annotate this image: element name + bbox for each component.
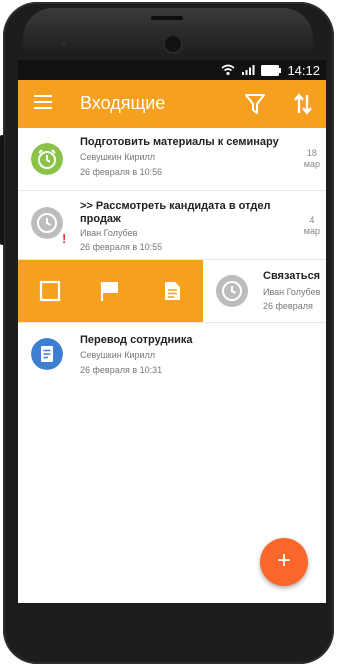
side-button [0, 135, 4, 245]
alarm-clock-icon [31, 143, 63, 175]
document-icon [31, 338, 63, 370]
clock-icon [31, 207, 63, 239]
page-title: Входящие [80, 93, 166, 113]
swiped-list-item[interactable]: Связаться Иван Голубев 26 февраля [18, 260, 326, 323]
swipe-actions [18, 260, 203, 322]
deadline-day: 4 [309, 215, 315, 225]
deadline-month: мар [303, 226, 320, 236]
status-bar: 14:12 [18, 60, 326, 80]
app-bar: Входящие [18, 80, 326, 128]
menu-button[interactable] [34, 95, 52, 111]
menu-icon-line [34, 95, 52, 97]
checkbox-icon[interactable] [38, 279, 62, 303]
task-deadline: 18 мар [304, 148, 320, 170]
task-date: 26 февраля в 10:56 [80, 167, 163, 177]
phone-screen: 14:12 Входящие Подготовить материалы к с… [18, 60, 326, 603]
task-date: 26 февраля в 10:31 [80, 365, 163, 375]
menu-icon-line [34, 101, 52, 103]
task-title: >> Рассмотреть кандидата в отдел продаж [80, 200, 270, 226]
task-title-line: >> Рассмотреть кандидата в отдел [80, 200, 271, 212]
note-icon[interactable] [160, 279, 184, 303]
swiped-task-content: Связаться Иван Голубев 26 февраля [203, 260, 326, 322]
sort-icon[interactable] [292, 92, 314, 116]
status-time: 14:12 [287, 62, 320, 78]
task-title-line: продаж [80, 213, 121, 225]
signal-icon [242, 65, 255, 75]
task-list: Подготовить материалы к семинару Севушки… [18, 128, 326, 385]
clock-icon [216, 275, 248, 307]
task-deadline: 4 мар [304, 215, 320, 237]
proximity-sensor [61, 42, 66, 47]
filter-icon[interactable] [244, 92, 266, 116]
task-title: Связаться [263, 270, 321, 282]
task-date: 26 февраля [263, 301, 313, 311]
earpiece-speaker [151, 16, 183, 20]
flag-icon[interactable] [98, 279, 122, 303]
task-person: Севушкин Кирилл [80, 152, 156, 162]
front-camera [165, 36, 181, 52]
list-item[interactable]: ! >> Рассмотреть кандидата в отдел прода… [18, 191, 326, 260]
deadline-day: 18 [306, 148, 317, 158]
list-item[interactable]: Подготовить материалы к семинару Севушки… [18, 128, 326, 191]
task-person: Иван Голубев [80, 228, 138, 238]
list-item[interactable]: Перевод сотрудника Севушкин Кирилл 26 фе… [18, 323, 326, 385]
wifi-icon [221, 64, 235, 76]
add-task-button[interactable]: + [260, 538, 308, 586]
warning-icon: ! [62, 231, 67, 246]
plus-icon: + [276, 547, 291, 574]
menu-icon-line [34, 107, 52, 109]
task-person: Иван Голубев [263, 287, 321, 297]
task-title: Перевод сотрудника [80, 334, 193, 346]
deadline-month: мар [303, 159, 320, 169]
task-title: Подготовить материалы к семинару [80, 136, 279, 148]
task-date: 26 февраля в 10:55 [80, 242, 163, 252]
task-person: Севушкин Кирилл [80, 350, 156, 360]
battery-icon [261, 64, 282, 76]
